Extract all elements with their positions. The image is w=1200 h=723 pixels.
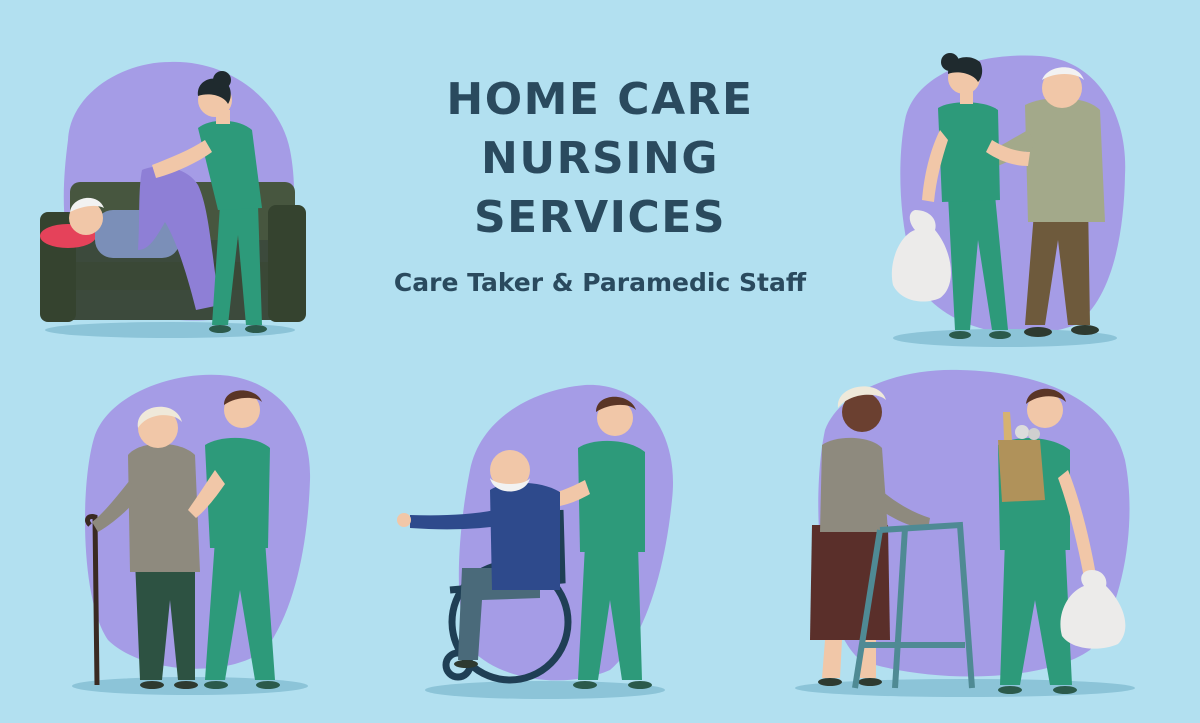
title-line: NURSING: [481, 133, 719, 184]
scene-wheelchair: [397, 384, 674, 699]
scene-walker: [795, 369, 1135, 697]
title-line: HOME CARE: [446, 74, 754, 125]
floor-shadow: [795, 679, 1135, 697]
scene-walk-with-bag: [891, 53, 1126, 347]
scene-cane: [72, 374, 311, 695]
title-block: HOME CARE NURSING SERVICES: [300, 70, 900, 247]
title-line: SERVICES: [473, 192, 727, 243]
scene-sofa: [40, 61, 306, 338]
subtitle: Care Taker & Paramedic Staff: [393, 268, 807, 297]
